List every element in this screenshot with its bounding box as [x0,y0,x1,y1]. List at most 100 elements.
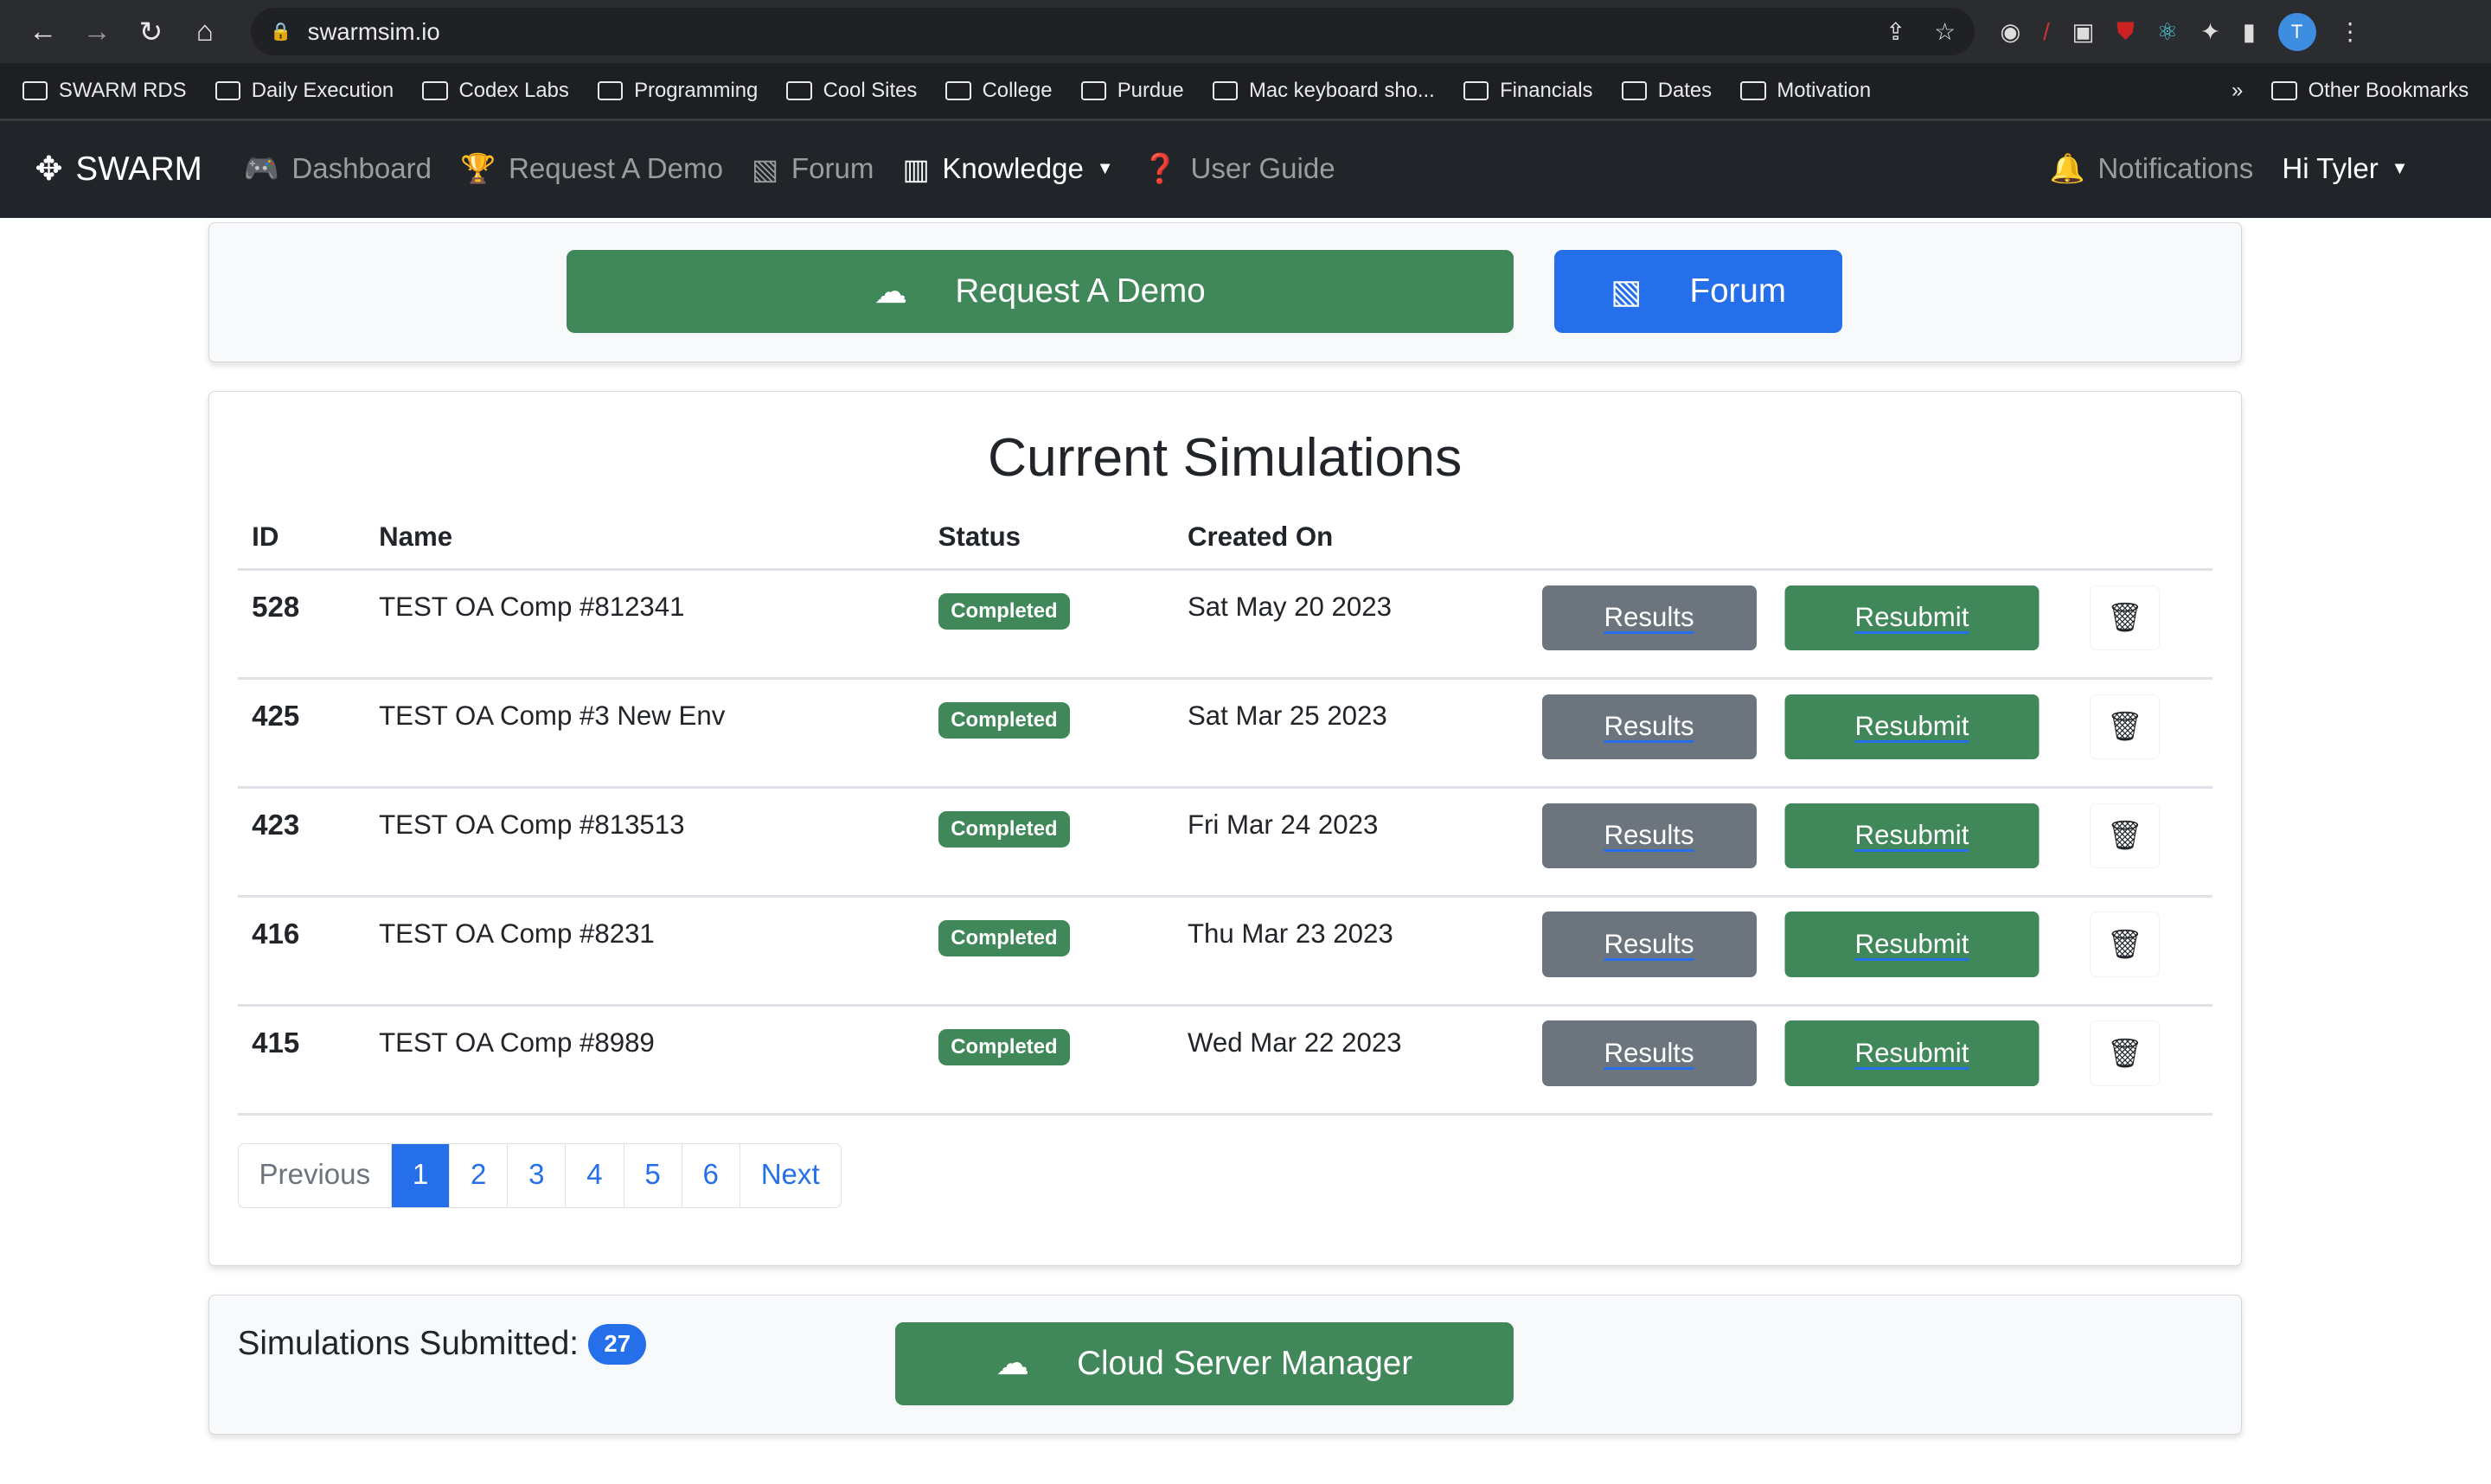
bookmark-item[interactable]: College [945,79,1053,103]
home-icon[interactable]: ⌂ [178,16,232,48]
forward-icon[interactable]: → [70,16,124,48]
sidepanel-icon[interactable]: ▮ [2243,18,2256,46]
bookmark-item[interactable]: Financials [1463,79,1593,103]
bookmark-item[interactable]: Daily Execution [215,79,394,103]
page-title: Current Simulations [987,427,1463,489]
sim-id: 425 [237,678,365,789]
other-bookmarks[interactable]: Other Bookmarks [2271,79,2469,103]
bookmark-item[interactable]: Purdue [1080,79,1184,103]
puzzle-icon[interactable]: ✦ [2200,18,2220,46]
delete-button[interactable]: 🗑 [2090,1020,2160,1086]
table-row: 423 TEST OA Comp #813513 Completed Fri M… [237,787,2212,898]
nav-label: Notifications [2097,152,2254,185]
bookmark-label: Purdue [1117,79,1184,102]
sim-name: TEST OA Comp #812341 [364,569,925,680]
resubmit-button[interactable]: Resubmit [1784,1020,2040,1086]
bookmark-item[interactable]: Codex Labs [422,79,569,103]
bookmark-label: College [982,79,1053,102]
delete-button[interactable]: 🗑 [2090,912,2160,977]
rss-icon: ▧ [752,153,779,186]
delete-button[interactable]: 🗑 [2090,694,2160,759]
sim-created: Fri Mar 24 2023 [1173,787,1547,898]
reload-icon[interactable]: ↻ [124,15,177,49]
forum-button[interactable]: ▧ Forum [1554,250,1842,333]
request-demo-button[interactable]: ☁ Request A Demo [566,250,1514,333]
trash-icon: 🗑 [2106,601,2143,634]
nav-dashboard[interactable]: 🎮 Dashboard [244,152,432,186]
user-menu[interactable]: Hi Tyler ▼ [2282,153,2408,186]
nav-knowledge[interactable]: ▥ Knowledge ▼ [902,152,1113,187]
address-bar[interactable]: 🔒 swarmsim.io ⇪ ☆ [251,8,1975,56]
pagination-page[interactable]: 6 [681,1143,740,1208]
sim-created: Sat Mar 25 2023 [1173,678,1547,789]
brand[interactable]: ✥ SWARM [35,150,202,189]
pagination-next[interactable]: Next [739,1143,841,1208]
user-label: Hi Tyler [2282,152,2379,185]
cloud-server-manager-button[interactable]: ☁ Cloud Server Manager [895,1322,1514,1405]
site-navbar: ✥ SWARM 🎮 Dashboard 🏆 Request A Demo ▧ Forum… [0,120,2491,218]
pagination-previous[interactable]: Previous [239,1144,391,1207]
pagination-page[interactable]: 4 [565,1143,623,1208]
resubmit-button[interactable]: Resubmit [1784,803,2040,868]
results-button[interactable]: Results [1541,585,1757,650]
folder-icon [597,80,624,101]
folder-icon [786,80,812,101]
results-button[interactable]: Results [1541,694,1757,759]
profile-avatar[interactable]: T [2277,12,2316,51]
bookmark-label: Daily Execution [251,79,394,102]
pagination-page[interactable]: 1 [390,1143,450,1208]
folder-icon [1463,80,1489,101]
resubmit-button[interactable]: Resubmit [1784,585,2040,650]
extension-icon[interactable]: ▣ [2072,18,2094,46]
nav-user-guide[interactable]: ❓ User Guide [1143,152,1335,186]
col-id: ID [237,506,365,572]
sim-created: Thu Mar 23 2023 [1173,896,1547,1007]
star-icon[interactable]: ☆ [1934,18,1956,46]
status-badge: Completed [938,919,1071,957]
folder-icon [945,80,971,101]
sim-name: TEST OA Comp #813513 [364,787,925,898]
nav-label: Forum [791,152,874,185]
delete-button[interactable]: 🗑 [2090,585,2160,650]
folder-icon [215,80,240,101]
bookmark-item[interactable]: Dates [1621,79,1713,103]
cloud-chart-icon: ☁ [996,1345,1030,1383]
nav-notifications[interactable]: 🔔 Notifications [2049,152,2253,186]
bookmark-item[interactable]: Mac keyboard sho... [1212,79,1435,103]
simulations-table: ID Name Status Created On 528 TEST OA Co… [237,506,2212,1116]
resubmit-button[interactable]: Resubmit [1784,912,2040,977]
ublock-icon[interactable]: ⛊ [2116,17,2135,46]
pagination-page[interactable]: 5 [623,1143,682,1208]
table-row: 528 TEST OA Comp #812341 Completed Sat M… [237,569,2212,680]
delete-button[interactable]: 🗑 [2090,803,2160,868]
extension-icon[interactable]: / [2043,18,2050,46]
results-button[interactable]: Results [1541,1020,1757,1086]
folder-icon [1080,80,1106,101]
pagination-page[interactable]: 3 [507,1143,565,1208]
results-button[interactable]: Results [1541,912,1757,977]
back-icon[interactable]: ← [16,16,69,48]
bookmark-label: Financials [1500,79,1593,102]
share-icon[interactable]: ⇪ [1886,18,1905,46]
nav-request-demo[interactable]: 🏆 Request A Demo [460,152,723,186]
bookmark-item[interactable]: Programming [597,79,758,103]
col-status: Status [924,506,1174,572]
sim-name: TEST OA Comp #3 New Env [364,678,925,789]
table-row: 415 TEST OA Comp #8989 Completed Wed Mar… [237,1005,2212,1116]
results-button[interactable]: Results [1541,803,1757,868]
nav-label: Dashboard [291,152,432,185]
extension-icon[interactable]: ◉ [2000,18,2020,46]
bookmark-item[interactable]: SWARM RDS [22,79,187,103]
sim-created: Wed Mar 22 2023 [1173,1005,1547,1116]
resubmit-button[interactable]: Resubmit [1784,694,2040,759]
bookmark-item[interactable]: Cool Sites [786,79,917,103]
bookmark-label: Dates [1657,79,1713,102]
folder-icon [1621,80,1647,101]
pagination: Previous 1 2 3 4 5 6 Next [237,1142,842,1209]
bookmark-item[interactable]: Motivation [1740,79,1871,103]
more-bookmarks[interactable]: » [2232,79,2243,103]
react-icon[interactable]: ⚛ [2157,18,2179,46]
pagination-page[interactable]: 2 [449,1143,507,1208]
nav-forum[interactable]: ▧ Forum [752,152,874,187]
menu-icon[interactable]: ⋮ [2338,18,2362,46]
